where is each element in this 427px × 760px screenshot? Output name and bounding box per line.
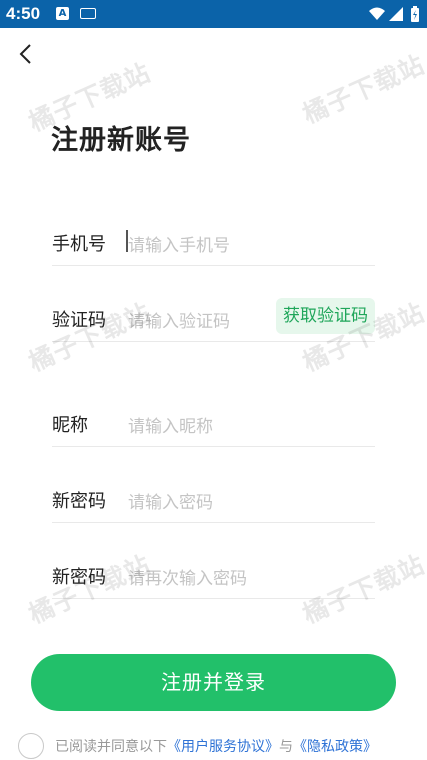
status-time: 4:50 (6, 4, 41, 23)
code-input[interactable]: 请输入验证码 (128, 307, 298, 332)
password-confirm-label: 新密码 (52, 567, 106, 588)
password-confirm-input[interactable]: 请再次输入密码 (128, 564, 298, 589)
agreement-joiner: 与 (279, 739, 293, 755)
agree-checkbox[interactable] (18, 733, 44, 759)
nickname-label: 昵称 (52, 415, 88, 436)
wifi-icon (369, 7, 385, 20)
phone-row: 手机号 请输入手机号 (52, 220, 375, 266)
back-icon[interactable] (14, 40, 40, 70)
privacy-link[interactable]: 《隐私政策》 (293, 739, 377, 755)
password-confirm-row: 新密码 请再次输入密码 (52, 553, 375, 599)
agreement-prefix: 已阅读并同意以下 (55, 739, 167, 755)
watermark: 橘子下载站 (298, 49, 427, 130)
password-row: 新密码 请输入密码 (52, 477, 375, 523)
code-label: 验证码 (52, 310, 106, 331)
nickname-row: 昵称 请输入昵称 (52, 401, 375, 447)
status-bar: 4:50 A (0, 0, 427, 28)
phone-input[interactable]: 请输入手机号 (128, 231, 298, 256)
password-label: 新密码 (52, 491, 106, 512)
nickname-input[interactable]: 请输入昵称 (128, 412, 298, 437)
page-title: 注册新账号 (51, 125, 191, 156)
notification-a-icon: A (56, 7, 69, 20)
signal-icon (389, 7, 403, 21)
status-indicators (369, 6, 419, 22)
keyboard-icon (80, 8, 96, 19)
battery-icon (411, 6, 419, 22)
get-code-button[interactable]: 获取验证码 (276, 298, 375, 334)
terms-link[interactable]: 《用户服务协议》 (167, 739, 279, 755)
register-login-button[interactable]: 注册并登录 (31, 654, 396, 711)
phone-label: 手机号 (52, 234, 106, 255)
password-input[interactable]: 请输入密码 (128, 488, 298, 513)
agreement: 已阅读并同意以下《用户服务协议》与《隐私政策》 (18, 733, 418, 759)
agreement-text: 已阅读并同意以下《用户服务协议》与《隐私政策》 (55, 736, 377, 756)
code-row: 验证码 请输入验证码 获取验证码 (52, 296, 375, 342)
